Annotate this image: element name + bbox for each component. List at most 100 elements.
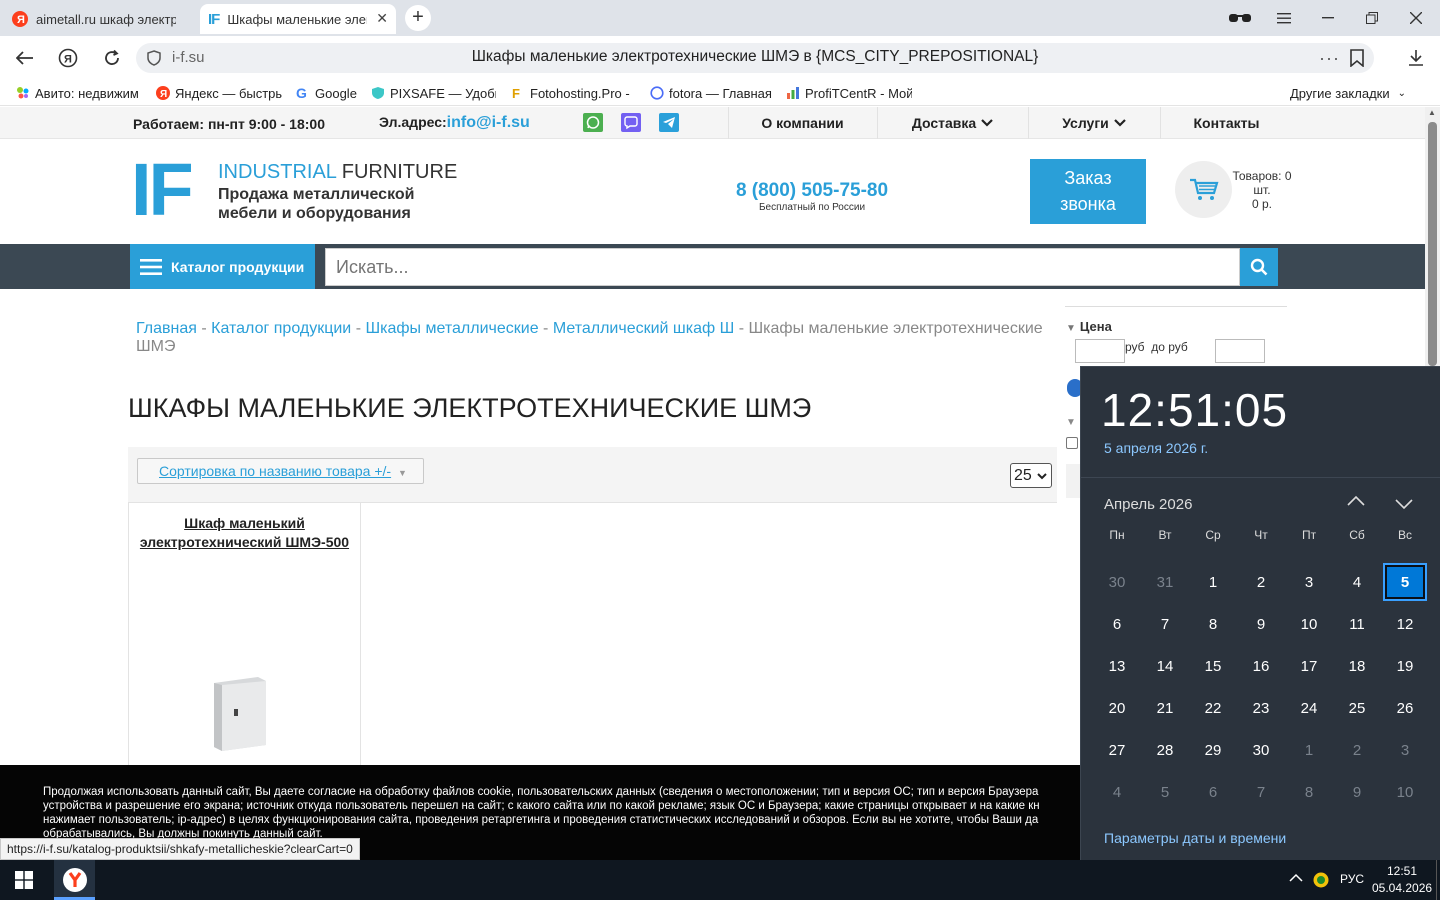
calendar-day[interactable]: 16 bbox=[1239, 647, 1283, 685]
calendar-day[interactable]: 8 bbox=[1191, 605, 1235, 643]
calendar-day[interactable]: 19 bbox=[1383, 647, 1427, 685]
date-time-settings-link[interactable]: Параметры даты и времени bbox=[1104, 830, 1286, 846]
calendar-day[interactable]: 10 bbox=[1383, 773, 1427, 811]
calendar-day[interactable]: 9 bbox=[1239, 605, 1283, 643]
price-from-input[interactable] bbox=[1075, 339, 1125, 363]
calendar-day[interactable]: 9 bbox=[1335, 773, 1379, 811]
close-window-icon[interactable] bbox=[1394, 0, 1438, 36]
calendar-day[interactable]: 8 bbox=[1287, 773, 1331, 811]
calendar-day[interactable]: 24 bbox=[1287, 689, 1331, 727]
tray-app-icon[interactable] bbox=[1313, 872, 1329, 888]
caret-down-icon[interactable]: ▼ bbox=[1066, 417, 1076, 428]
chevron-up-icon[interactable] bbox=[1289, 873, 1303, 883]
yandex-home-icon[interactable]: Я bbox=[53, 42, 83, 74]
calendar-day[interactable]: 26 bbox=[1383, 689, 1427, 727]
filter-button[interactable] bbox=[1066, 464, 1080, 498]
calendar-day[interactable]: 1 bbox=[1287, 731, 1331, 769]
calendar-day[interactable]: 3 bbox=[1287, 563, 1331, 601]
calendar-day[interactable]: 30 bbox=[1239, 731, 1283, 769]
breadcrumb-home[interactable]: Главная bbox=[136, 320, 197, 337]
telegram-icon[interactable] bbox=[659, 113, 679, 132]
chevron-down-icon[interactable] bbox=[1395, 498, 1413, 510]
breadcrumb-metal-cabinet[interactable]: Металлический шкаф Ш bbox=[553, 320, 734, 337]
language-indicator[interactable]: РУС bbox=[1340, 872, 1364, 886]
more-dots-icon[interactable]: ··· bbox=[1319, 48, 1340, 69]
search-button[interactable] bbox=[1240, 248, 1278, 286]
calendar-day[interactable]: 5 bbox=[1143, 773, 1187, 811]
other-bookmarks[interactable]: Другие закладки ⌄ bbox=[1290, 84, 1406, 102]
incognito-glasses-icon[interactable] bbox=[1218, 0, 1262, 36]
calendar-day[interactable]: 12 bbox=[1383, 605, 1427, 643]
calendar-day[interactable]: 2 bbox=[1335, 731, 1379, 769]
taskbar-clock[interactable]: 12:51 05.04.2026 bbox=[1372, 863, 1432, 897]
calendar-day[interactable]: 4 bbox=[1095, 773, 1139, 811]
search-input[interactable] bbox=[325, 248, 1240, 286]
calendar-day[interactable]: 4 bbox=[1335, 563, 1379, 601]
callback-button[interactable]: Заказ звонка bbox=[1030, 159, 1146, 224]
filter-price[interactable]: ▼ Цена bbox=[1066, 319, 1112, 334]
product-image[interactable] bbox=[212, 675, 268, 753]
calendar-day[interactable]: 14 bbox=[1143, 647, 1187, 685]
calendar-day[interactable]: 1 bbox=[1191, 563, 1235, 601]
per-page-select[interactable]: 25 bbox=[1010, 463, 1052, 488]
clock-date[interactable]: 5 апреля 2026 г. bbox=[1104, 440, 1208, 456]
price-to-input[interactable] bbox=[1215, 339, 1265, 363]
whatsapp-icon[interactable] bbox=[583, 113, 603, 132]
menu-services[interactable]: Услуги bbox=[1028, 107, 1159, 139]
catalog-button[interactable]: Каталог продукции bbox=[130, 244, 315, 289]
calendar-day[interactable]: 3 bbox=[1383, 731, 1427, 769]
bookmark-profitcentr[interactable]: ProfiTCentR - Мой bbox=[786, 84, 912, 102]
calendar-day[interactable]: 27 bbox=[1095, 731, 1139, 769]
windows-start-icon[interactable] bbox=[15, 871, 33, 889]
calendar-day[interactable]: 28 bbox=[1143, 731, 1187, 769]
calendar-day[interactable]: 22 bbox=[1191, 689, 1235, 727]
calendar-month[interactable]: Апрель 2026 bbox=[1104, 496, 1192, 513]
calendar-day[interactable]: 13 bbox=[1095, 647, 1139, 685]
restore-icon[interactable] bbox=[1350, 0, 1394, 36]
calendar-day[interactable]: 18 bbox=[1335, 647, 1379, 685]
calendar-day[interactable]: 25 bbox=[1335, 689, 1379, 727]
calendar-day[interactable]: 30 bbox=[1095, 563, 1139, 601]
chevron-up-icon[interactable] bbox=[1347, 495, 1365, 507]
site-info-shield-icon[interactable] bbox=[146, 50, 162, 66]
phone-number[interactable]: 8 (800) 505-75-80 bbox=[712, 180, 912, 202]
breadcrumb-catalog[interactable]: Каталог продукции bbox=[211, 320, 351, 337]
scroll-up-icon[interactable]: ▲ bbox=[1428, 108, 1436, 117]
bookmark-google[interactable]: G Google bbox=[296, 84, 360, 102]
show-desktop-button[interactable] bbox=[1436, 860, 1440, 900]
calendar-day[interactable]: 15 bbox=[1191, 647, 1235, 685]
back-icon[interactable] bbox=[10, 42, 40, 74]
calendar-day[interactable]: 7 bbox=[1239, 773, 1283, 811]
close-icon[interactable]: ✕ bbox=[376, 10, 388, 27]
product-name[interactable]: Шкаф маленький электротехнический ШМЭ-50… bbox=[128, 514, 361, 552]
calendar-day[interactable]: 21 bbox=[1143, 689, 1187, 727]
minimize-icon[interactable] bbox=[1306, 0, 1350, 36]
menu-contacts[interactable]: Контакты bbox=[1160, 107, 1292, 139]
sort-dropdown[interactable]: Сортировка по названию товара +/- ▼ bbox=[137, 458, 424, 484]
scrollbar-thumb[interactable] bbox=[1428, 122, 1437, 366]
download-icon[interactable] bbox=[1408, 49, 1424, 67]
bookmark-pixsafe[interactable]: PIXSAFE — Удобн bbox=[371, 84, 496, 102]
calendar-day[interactable]: 6 bbox=[1095, 605, 1139, 643]
breadcrumb-cabinets[interactable]: Шкафы металлические bbox=[365, 320, 538, 337]
calendar-day[interactable]: 23 bbox=[1239, 689, 1283, 727]
calendar-day[interactable]: 20 bbox=[1095, 689, 1139, 727]
viber-icon[interactable] bbox=[621, 113, 641, 132]
bookmark-avito[interactable]: Авито: недвижим bbox=[16, 84, 142, 102]
calendar-day[interactable]: 31 bbox=[1143, 563, 1187, 601]
email-link[interactable]: info@i-f.su bbox=[447, 114, 530, 131]
bookmark-fotohosting[interactable]: F Fotohosting.Pro - bbox=[511, 84, 636, 102]
tab-aimetall[interactable]: Я aimetall.ru шкаф электрот bbox=[4, 4, 194, 34]
bookmark-icon[interactable] bbox=[1350, 49, 1364, 67]
calendar-day[interactable]: 2 bbox=[1239, 563, 1283, 601]
cart-icon[interactable] bbox=[1175, 161, 1232, 218]
bookmark-fotora[interactable]: fotora — Главная bbox=[650, 84, 774, 102]
calendar-day[interactable]: 6 bbox=[1191, 773, 1235, 811]
calendar-day[interactable]: 17 bbox=[1287, 647, 1331, 685]
menu-icon[interactable] bbox=[1262, 0, 1306, 36]
menu-about[interactable]: О компании bbox=[728, 107, 876, 139]
calendar-day[interactable]: 11 bbox=[1335, 605, 1379, 643]
bookmark-yandex[interactable]: Я Яндекс — быстры bbox=[156, 84, 282, 102]
calendar-day[interactable]: 10 bbox=[1287, 605, 1331, 643]
calendar-day-selected[interactable]: 5 bbox=[1383, 563, 1427, 601]
